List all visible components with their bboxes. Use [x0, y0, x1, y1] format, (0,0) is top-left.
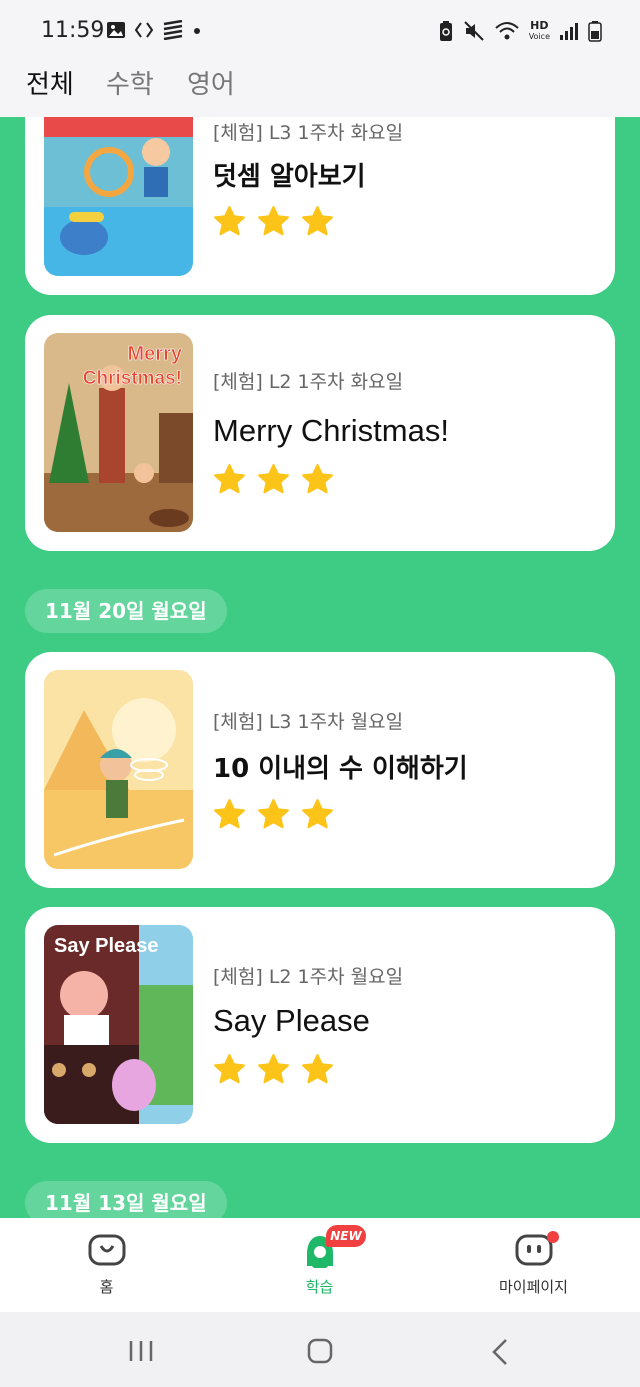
nav-mypage[interactable]: 마이페이지	[427, 1218, 640, 1312]
home-button-icon[interactable]	[307, 1338, 333, 1364]
app-logo-icon	[163, 20, 183, 40]
battery-saver-icon	[439, 21, 452, 41]
lesson-list[interactable]: [체험] L3 1주차 화요일 덧셈 알아보기 Merry Christmas!	[0, 117, 640, 1218]
bottom-navigation: 홈 학습 NEW 마이페이지	[0, 1218, 640, 1312]
star-rating	[213, 463, 334, 496]
wifi-icon	[495, 22, 519, 40]
system-navigation-bar	[0, 1312, 640, 1387]
date-header: 11월 20일 월요일	[25, 589, 227, 633]
lesson-thumbnail: Say Please	[44, 925, 193, 1124]
thumbnail-title-line1: Merry	[128, 343, 183, 365]
star-icon	[214, 464, 245, 494]
status-bar: 11:59 HD Voice	[0, 0, 640, 62]
lesson-thumbnail: Merry Christmas!	[44, 333, 193, 532]
star-icon	[214, 206, 245, 236]
star-icon	[214, 1054, 245, 1084]
star-icon	[214, 799, 245, 829]
thumbnail-title-line2: Christmas!	[83, 368, 182, 389]
hd-voice-icon: HD Voice	[528, 18, 550, 41]
new-badge: NEW	[326, 1225, 366, 1247]
star-rating	[213, 1053, 334, 1086]
star-icon	[258, 799, 289, 829]
lesson-meta: [체험] L3 1주차 화요일	[213, 122, 404, 144]
battery-icon	[588, 21, 602, 42]
star-icon	[302, 799, 333, 829]
star-icon	[302, 1054, 333, 1084]
lesson-title: Say Please	[213, 1003, 370, 1038]
signal-icon	[560, 23, 578, 40]
star-rating	[213, 798, 334, 831]
lesson-card[interactable]: [체험] L3 1주차 월요일 10 이내의 수 이해하기	[25, 652, 615, 888]
status-time: 11:59	[41, 18, 105, 43]
home-face-icon	[88, 1234, 125, 1266]
lesson-card[interactable]: [체험] L3 1주차 화요일 덧셈 알아보기	[25, 117, 615, 295]
nav-mypage-label: 마이페이지	[498, 1278, 568, 1296]
star-rating	[213, 205, 334, 238]
subject-tabs: 전체 수학 영어	[0, 62, 640, 117]
lesson-thumbnail	[44, 117, 193, 276]
gallery-icon	[107, 22, 125, 38]
mute-icon	[463, 21, 484, 41]
lesson-title: Merry Christmas!	[213, 413, 449, 448]
lesson-thumbnail	[44, 670, 193, 869]
lesson-card[interactable]: Merry Christmas! [체험] L2 1주차 화요일 Merry C…	[25, 315, 615, 551]
nav-home-label: 홈	[99, 1278, 114, 1296]
star-icon	[302, 464, 333, 494]
thumbnail-title: Say Please	[54, 935, 159, 957]
star-icon	[258, 464, 289, 494]
date-header: 11월 13일 월요일	[25, 1181, 227, 1218]
star-icon	[302, 206, 333, 236]
back-icon[interactable]	[490, 1338, 510, 1366]
nav-home[interactable]: 홈	[0, 1218, 213, 1312]
notification-dot-icon	[194, 28, 200, 34]
tab-math[interactable]: 수학	[106, 64, 154, 101]
lesson-card[interactable]: Say Please [체험] L2 1주차 월요일 Say Please	[25, 907, 615, 1143]
lesson-meta: [체험] L2 1주차 월요일	[213, 966, 404, 988]
code-icon	[134, 22, 154, 38]
star-icon	[258, 1054, 289, 1084]
lesson-title: 10 이내의 수 이해하기	[213, 754, 468, 784]
lesson-meta: [체험] L3 1주차 월요일	[213, 711, 404, 733]
nav-study-label: 학습	[305, 1278, 334, 1296]
nav-study[interactable]: 학습	[213, 1218, 426, 1312]
tab-all[interactable]: 전체	[26, 64, 74, 101]
lesson-meta: [체험] L2 1주차 화요일	[213, 371, 404, 393]
star-icon	[258, 206, 289, 236]
notification-dot-icon	[547, 1231, 559, 1243]
recent-apps-icon[interactable]	[128, 1339, 154, 1363]
lesson-title: 덧셈 알아보기	[213, 162, 366, 192]
tab-english[interactable]: 영어	[187, 64, 235, 101]
